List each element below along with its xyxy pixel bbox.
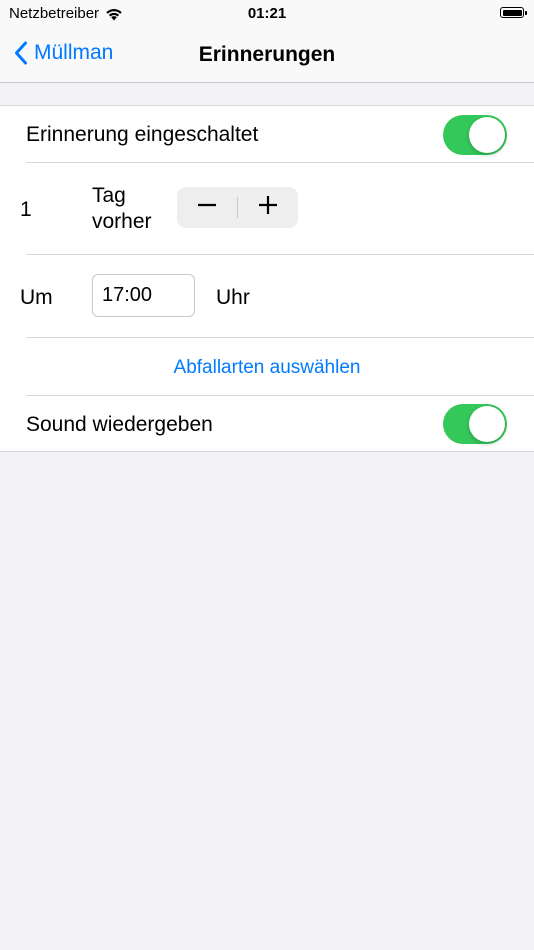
reminder-toggle[interactable] (443, 115, 507, 155)
increment-button[interactable] (238, 187, 298, 228)
days-value: 1 (20, 198, 32, 221)
days-unit-line2: vorher (92, 210, 152, 233)
plus-icon (258, 195, 278, 220)
toggle-knob (469, 406, 505, 442)
reminder-settings-group: Erinnerung eingeschaltet 1 Tag vorher Um… (0, 105, 534, 452)
status-time: 01:21 (247, 5, 287, 22)
minus-icon (197, 195, 217, 220)
days-unit-label: Tag vorher (92, 183, 152, 235)
separator (26, 162, 534, 163)
decrement-button[interactable] (177, 187, 237, 228)
days-stepper[interactable] (177, 187, 298, 228)
battery-icon (500, 7, 527, 18)
sound-toggle-label: Sound wiedergeben (26, 413, 213, 436)
days-unit-line1: Tag (92, 184, 126, 207)
time-suffix-label: Uhr (216, 286, 250, 309)
status-bar: Netzbetreiber 01:21 (0, 0, 534, 28)
navigation-bar: Müllman Erinnerungen (0, 28, 534, 83)
time-prefix-label: Um (20, 286, 53, 309)
separator (26, 337, 534, 338)
sound-toggle[interactable] (443, 404, 507, 444)
page-title: Erinnerungen (198, 43, 336, 66)
reminder-toggle-label: Erinnerung eingeschaltet (26, 123, 259, 146)
time-input[interactable]: 17:00 (92, 274, 195, 317)
toggle-knob (469, 117, 505, 153)
select-waste-types-link[interactable]: Abfallarten auswählen (0, 357, 534, 379)
separator (26, 254, 534, 255)
separator (26, 395, 534, 396)
